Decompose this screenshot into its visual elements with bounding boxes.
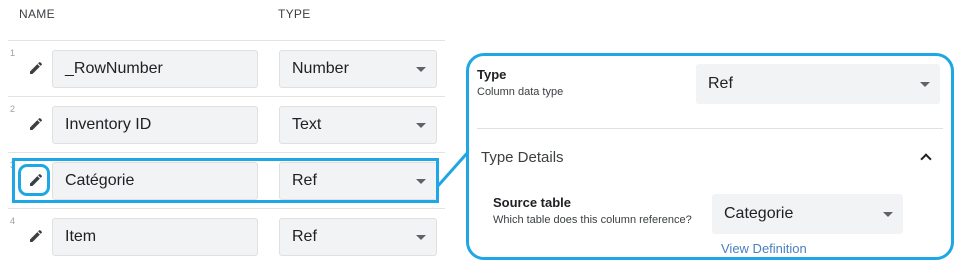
row-index: 2 [10, 104, 16, 114]
type-select-value: Ref [708, 75, 733, 92]
chevron-down-icon [416, 179, 426, 184]
chevron-down-icon [416, 123, 426, 128]
column-name-input[interactable]: _RowNumber [52, 50, 258, 88]
column-type-select[interactable]: Number [279, 50, 437, 88]
column-type-value: Number [292, 60, 349, 77]
type-details-section-title[interactable]: Type Details [481, 149, 564, 166]
column-row-highlighted: 3 Catégorie Ref [8, 152, 445, 209]
column-type-select[interactable]: Text [279, 106, 437, 144]
column-row: 4 Item Ref [8, 208, 445, 265]
type-select[interactable]: Ref [696, 64, 940, 104]
column-type-select[interactable]: Ref [279, 162, 437, 200]
source-table-label: Source table [493, 195, 572, 210]
chevron-down-icon [416, 235, 426, 240]
chevron-up-icon[interactable] [920, 153, 932, 165]
pencil-icon[interactable] [28, 116, 44, 132]
column-detail-panel: Type Column data type Ref Type Details S… [466, 53, 954, 260]
column-name-input[interactable]: Item [52, 218, 258, 256]
column-type-value: Text [292, 116, 322, 133]
column-type-value: Ref [292, 172, 317, 189]
row-index: 4 [10, 216, 16, 226]
column-row: 2 Inventory ID Text [8, 96, 445, 153]
pencil-icon[interactable] [28, 60, 44, 76]
pencil-icon[interactable] [28, 228, 44, 244]
chevron-down-icon [416, 67, 426, 72]
row-index: 1 [10, 48, 16, 58]
column-type-select[interactable]: Ref [279, 218, 437, 256]
name-column-header: NAME [19, 7, 55, 21]
row-index: 3 [10, 160, 16, 170]
pencil-icon[interactable] [28, 172, 44, 188]
source-table-select[interactable]: Categorie [712, 194, 903, 234]
source-table-value: Categorie [724, 205, 794, 222]
column-type-value: Ref [292, 228, 317, 245]
column-name-input[interactable]: Inventory ID [52, 106, 258, 144]
type-description: Column data type [477, 86, 564, 98]
view-definition-link[interactable]: View Definition [721, 241, 807, 256]
source-table-description: Which table does this column reference? [493, 214, 692, 226]
chevron-down-icon [920, 82, 930, 87]
column-name-input[interactable]: Catégorie [52, 162, 258, 200]
divider [477, 128, 943, 129]
column-row: 1 _RowNumber Number [8, 40, 445, 97]
type-label: Type [477, 67, 507, 82]
chevron-down-icon [883, 212, 893, 217]
type-column-header: TYPE [278, 7, 311, 21]
